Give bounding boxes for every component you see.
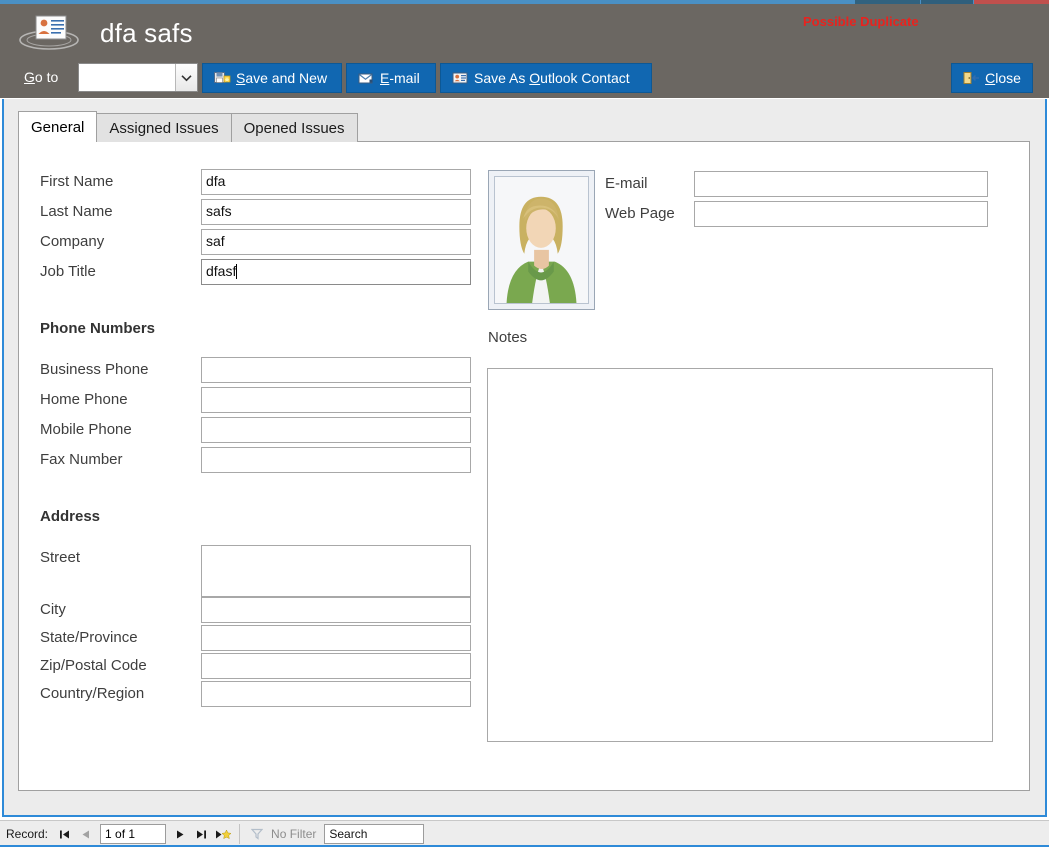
save-and-new-button[interactable]: Save and New <box>202 63 342 93</box>
first-name-value: dfa <box>206 173 226 189</box>
contact-photo <box>494 176 589 304</box>
access-contact-form-window: dfa safs Possible Duplicate Go to Save a… <box>0 0 1049 847</box>
address-heading: Address <box>40 508 101 525</box>
tab-opened-issues-label: Opened Issues <box>243 119 345 137</box>
text-caret <box>236 264 238 279</box>
record-label: Record: <box>6 827 49 841</box>
filter-icon[interactable] <box>246 824 267 844</box>
outlook-accel: O <box>529 70 541 86</box>
e-mail-label: E-mail <box>605 175 648 192</box>
outlook-label-rest: utlook Contact <box>540 70 630 86</box>
street-label: Street <box>40 549 81 566</box>
email-label: E-mail <box>380 70 420 86</box>
chevron-down-icon[interactable] <box>175 64 197 91</box>
statusbar-divider <box>239 824 241 844</box>
last-name-value: safs <box>206 203 232 219</box>
outlook-label-pre: Save As <box>474 70 530 86</box>
record-position-value: 1 of 1 <box>105 827 136 841</box>
state-province-label: State/Province <box>40 629 138 646</box>
possible-duplicate-warning: Possible Duplicate <box>803 14 919 29</box>
go-to-value <box>79 64 175 91</box>
previous-record-icon[interactable] <box>75 824 96 844</box>
job-title-value: dfasf <box>206 263 237 279</box>
country-region-input[interactable] <box>201 681 471 707</box>
web-page-input[interactable] <box>694 201 988 227</box>
business-phone-label: Business Phone <box>40 361 149 378</box>
company-input[interactable]: saf <box>201 229 471 255</box>
save-as-outlook-contact-label: Save As Outlook Contact <box>474 70 630 86</box>
search-input[interactable]: Search <box>324 824 425 844</box>
new-record-icon[interactable] <box>212 824 233 844</box>
save-and-new-label: Save and New <box>236 70 327 86</box>
form-header: dfa safs Possible Duplicate Go to Save a… <box>0 4 1049 98</box>
first-record-icon[interactable] <box>54 824 75 844</box>
close-label-rest: lose <box>995 70 1021 86</box>
mobile-phone-input[interactable] <box>201 417 471 443</box>
last-name-label: Last Name <box>40 203 113 220</box>
zip-postal-code-label: Zip/Postal Code <box>40 657 147 674</box>
save-new-icon <box>214 71 231 85</box>
street-input[interactable] <box>201 545 471 597</box>
notes-label: Notes <box>488 329 528 346</box>
notes-input[interactable] <box>487 368 993 742</box>
fax-number-input[interactable] <box>201 447 471 473</box>
city-label: City <box>40 601 66 618</box>
record-position-input[interactable]: 1 of 1 <box>100 824 167 844</box>
mobile-phone-label: Mobile Phone <box>40 421 132 438</box>
country-region-label: Country/Region <box>40 685 145 702</box>
job-title-input[interactable]: dfasf <box>201 259 471 285</box>
company-value: saf <box>206 233 225 249</box>
go-to-label: Go to <box>24 69 58 85</box>
next-record-icon[interactable] <box>170 824 191 844</box>
tab-assigned-issues[interactable]: Assigned Issues <box>96 113 232 142</box>
close-label: Close <box>985 70 1021 86</box>
e-mail-input[interactable] <box>694 171 988 197</box>
zip-postal-code-input[interactable] <box>201 653 471 679</box>
close-accel: C <box>985 70 996 86</box>
close-button[interactable]: Close <box>951 63 1033 93</box>
web-page-label: Web Page <box>605 205 675 222</box>
search-value: Search <box>329 827 368 841</box>
save-and-new-accel: S <box>236 70 246 86</box>
fax-number-label: Fax Number <box>40 451 123 468</box>
save-and-new-label-rest: ave and New <box>245 70 328 86</box>
tab-opened-issues[interactable]: Opened Issues <box>230 113 358 142</box>
go-to-combobox[interactable] <box>78 63 198 92</box>
filter-status-label: No Filter <box>271 827 317 841</box>
tab-assigned-issues-label: Assigned Issues <box>109 119 219 137</box>
last-name-input[interactable]: safs <box>201 199 471 225</box>
go-to-accel: G <box>24 69 35 85</box>
job-title-label: Job Title <box>40 263 96 280</box>
tab-general[interactable]: General <box>18 111 98 142</box>
outlook-contact-icon <box>452 71 469 85</box>
state-province-input[interactable] <box>201 625 471 651</box>
home-phone-input[interactable] <box>201 387 471 413</box>
envelope-icon <box>358 71 375 85</box>
save-as-outlook-contact-button[interactable]: Save As Outlook Contact <box>440 63 652 93</box>
home-phone-label: Home Phone <box>40 391 128 408</box>
first-name-label: First Name <box>40 173 114 190</box>
page-title: dfa safs <box>100 18 193 48</box>
tab-general-label: General <box>31 118 85 136</box>
email-accel: E <box>380 70 390 86</box>
close-door-icon <box>963 71 980 85</box>
phone-numbers-heading: Phone Numbers <box>40 320 156 337</box>
tab-bar: General Assigned Issues Opened Issues <box>18 111 358 142</box>
company-label: Company <box>40 233 105 250</box>
contact-photo-frame[interactable] <box>488 170 595 310</box>
contact-card-icon <box>18 12 80 54</box>
go-to-label-rest: o to <box>34 69 59 85</box>
record-navigation-bar: Record: 1 of 1 No Filter Search <box>0 820 1049 847</box>
email-label-rest: -mail <box>389 70 420 86</box>
city-input[interactable] <box>201 597 471 623</box>
last-record-icon[interactable] <box>191 824 212 844</box>
email-button[interactable]: E-mail <box>346 63 436 93</box>
business-phone-input[interactable] <box>201 357 471 383</box>
first-name-input[interactable]: dfa <box>201 169 471 195</box>
